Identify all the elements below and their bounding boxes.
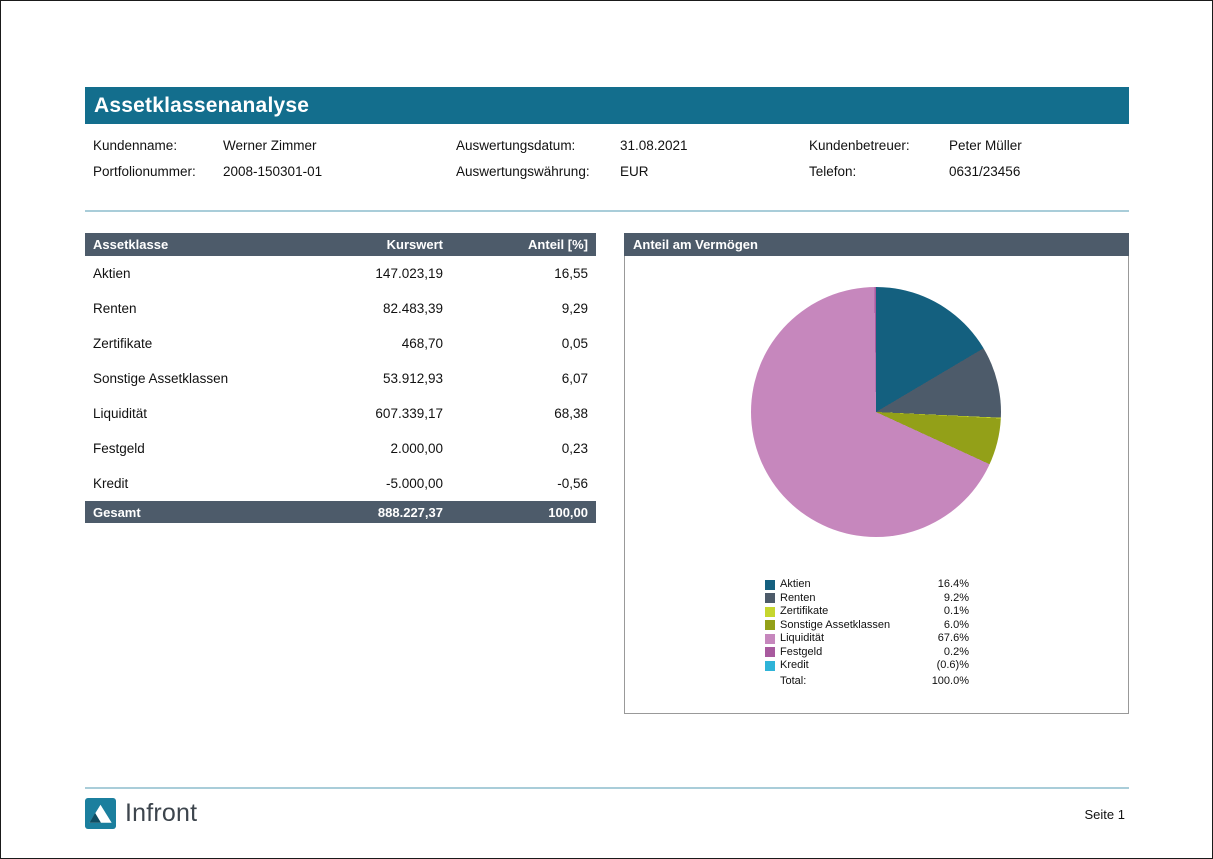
meta-label: Kundenname: xyxy=(93,138,177,153)
legend-label: Liquidität xyxy=(780,632,938,646)
cell-anteil: -0,56 xyxy=(443,476,588,491)
cell-assetklasse: Kredit xyxy=(93,476,313,491)
table-row: Renten 82.483,39 9,29 xyxy=(85,291,596,326)
legend-item: Renten 9.2% xyxy=(765,592,969,606)
cell-kurswert: 468,70 xyxy=(313,336,443,351)
legend-label: Aktien xyxy=(780,578,938,592)
divider-line xyxy=(85,210,1129,212)
meta-value: 2008-150301-01 xyxy=(223,164,322,179)
meta-label: Kundenbetreuer: xyxy=(809,138,910,153)
meta-value: Peter Müller xyxy=(949,138,1022,153)
cell-assetklasse: Gesamt xyxy=(93,505,313,520)
cell-kurswert: 53.912,93 xyxy=(313,371,443,386)
legend-item: Aktien 16.4% xyxy=(765,578,969,592)
cell-kurswert: 82.483,39 xyxy=(313,301,443,316)
table-row: Liquidität 607.339,17 68,38 xyxy=(85,396,596,431)
table-row: Festgeld 2.000,00 0,23 xyxy=(85,431,596,466)
table-row: Aktien 147.023,19 16,55 xyxy=(85,256,596,291)
legend-item: Zertifikate 0.1% xyxy=(765,605,969,619)
cell-kurswert: 888.227,37 xyxy=(313,505,443,520)
legend-total-row: Total: 100.0% xyxy=(765,675,969,689)
meta-value: 31.08.2021 xyxy=(620,138,688,153)
legend-total-percent: 100.0% xyxy=(932,675,969,689)
meta-value: Werner Zimmer xyxy=(223,138,317,153)
legend-item: Kredit (0.6)% xyxy=(765,659,969,673)
legend-swatch xyxy=(765,647,775,657)
cell-kurswert: 607.339,17 xyxy=(313,406,443,421)
cell-anteil: 0,23 xyxy=(443,441,588,456)
cell-assetklasse: Aktien xyxy=(93,266,313,281)
legend-percent: 0.1% xyxy=(944,605,969,619)
meta-label: Portfolionummer: xyxy=(93,164,196,179)
table-row: Zertifikate 468,70 0,05 xyxy=(85,326,596,361)
meta-label: Auswertungsdatum: xyxy=(456,138,575,153)
pie-chart xyxy=(751,287,1001,537)
page-number: Seite 1 xyxy=(1085,807,1125,822)
legend-percent: 67.6% xyxy=(938,632,969,646)
table-header-row: Assetklasse Kurswert Anteil [%] xyxy=(85,233,596,256)
legend-swatch xyxy=(765,593,775,603)
legend-label: Zertifikate xyxy=(780,605,944,619)
divider-line xyxy=(85,787,1129,789)
legend-item: Liquidität 67.6% xyxy=(765,632,969,646)
brand-lockup: Infront xyxy=(85,798,197,829)
legend-label: Renten xyxy=(780,592,944,606)
legend-label: Kredit xyxy=(780,659,937,673)
cell-kurswert: 147.023,19 xyxy=(313,266,443,281)
page-title: Assetklassenanalyse xyxy=(85,87,1129,124)
cell-kurswert: -5.000,00 xyxy=(313,476,443,491)
meta-value: EUR xyxy=(620,164,649,179)
cell-anteil: 68,38 xyxy=(443,406,588,421)
meta-label: Auswertungswährung: xyxy=(456,164,590,179)
cell-anteil: 9,29 xyxy=(443,301,588,316)
chart-legend: Aktien 16.4% Renten 9.2% Zertifikate 0.1… xyxy=(765,578,969,688)
legend-swatch xyxy=(765,580,775,590)
infront-logo-icon xyxy=(85,798,116,829)
legend-label: Sonstige Assetklassen xyxy=(780,619,944,633)
column-header: Kurswert xyxy=(313,237,443,252)
cell-assetklasse: Zertifikate xyxy=(93,336,313,351)
cell-anteil: 6,07 xyxy=(443,371,588,386)
cell-assetklasse: Renten xyxy=(93,301,313,316)
cell-anteil: 16,55 xyxy=(443,266,588,281)
meta-value: 0631/23456 xyxy=(949,164,1020,179)
legend-item: Sonstige Assetklassen 6.0% xyxy=(765,619,969,633)
asset-class-table: Assetklasse Kurswert Anteil [%] Aktien 1… xyxy=(85,233,596,523)
chart-panel: Aktien 16.4% Renten 9.2% Zertifikate 0.1… xyxy=(624,256,1129,714)
legend-percent: 6.0% xyxy=(944,619,969,633)
chart-panel-title: Anteil am Vermögen xyxy=(624,233,1129,256)
legend-percent: 9.2% xyxy=(944,592,969,606)
table-row: Sonstige Assetklassen 53.912,93 6,07 xyxy=(85,361,596,396)
legend-total-label: Total: xyxy=(780,675,932,689)
cell-assetklasse: Sonstige Assetklassen xyxy=(93,371,313,386)
brand-name: Infront xyxy=(125,799,197,828)
legend-percent: 16.4% xyxy=(938,578,969,592)
cell-anteil: 0,05 xyxy=(443,336,588,351)
column-header: Anteil [%] xyxy=(443,237,588,252)
legend-percent: 0.2% xyxy=(944,646,969,660)
legend-item: Festgeld 0.2% xyxy=(765,646,969,660)
cell-kurswert: 2.000,00 xyxy=(313,441,443,456)
table-row: Kredit -5.000,00 -0,56 xyxy=(85,466,596,501)
cell-assetklasse: Liquidität xyxy=(93,406,313,421)
legend-label: Festgeld xyxy=(780,646,944,660)
report-page: Assetklassenanalyse Kundenname: Werner Z… xyxy=(0,0,1213,859)
column-header: Assetklasse xyxy=(93,237,313,252)
legend-swatch xyxy=(765,607,775,617)
legend-swatch xyxy=(765,620,775,630)
legend-percent: (0.6)% xyxy=(937,659,969,673)
legend-swatch xyxy=(765,634,775,644)
cell-assetklasse: Festgeld xyxy=(93,441,313,456)
legend-swatch xyxy=(765,661,775,671)
meta-section: Kundenname: Werner Zimmer Portfolionumme… xyxy=(85,135,1129,189)
meta-label: Telefon: xyxy=(809,164,856,179)
cell-anteil: 100,00 xyxy=(443,505,588,520)
table-total-row: Gesamt 888.227,37 100,00 xyxy=(85,501,596,523)
